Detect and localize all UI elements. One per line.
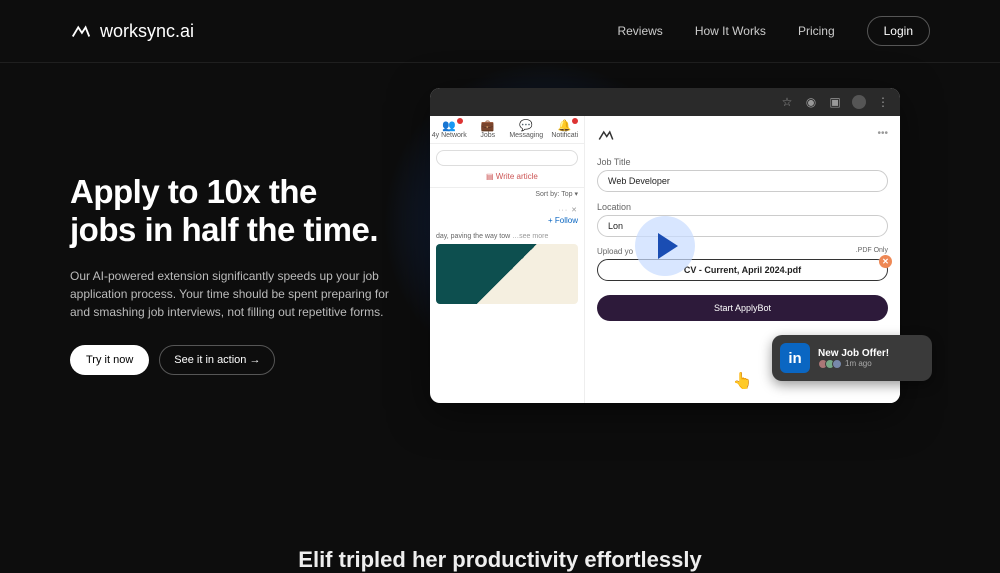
feed-search-input [436, 150, 578, 166]
tab-messaging: 💬Messaging [507, 116, 546, 143]
hero-cta-row: Try it now See it in action → [70, 345, 430, 375]
write-article-link: ▤ Write article [436, 172, 578, 181]
sort-dropdown: Sort by: Top ▾ [430, 187, 584, 200]
see-action-button[interactable]: See it in action → [159, 345, 275, 375]
toast-body: New Job Offer! 1m ago [818, 348, 924, 369]
follow-button: + Follow [430, 212, 584, 229]
write-article-label: Write article [496, 172, 538, 181]
post-menu: ··· ✕ [558, 206, 578, 214]
hero-mockup: ☆ ◉ ▣ ⋮ 👥4y Network 💼Jobs 💬Messaging 🔔No… [430, 88, 900, 403]
toast-meta: 1m ago [818, 359, 924, 369]
puzzle-icon: ▣ [828, 95, 842, 109]
job-title-input: Web Developer [597, 170, 888, 192]
hero-title-line1: Apply to 10x the [70, 173, 317, 210]
briefcase-icon: 💼 [469, 120, 508, 132]
linkedin-icon: in [780, 343, 810, 373]
toast-time: 1m ago [845, 359, 872, 368]
testimonial-heading: Elif tripled her productivity effortless… [0, 547, 1000, 573]
brand-name: worksync.ai [100, 21, 194, 42]
tab-network-label: 4y Network [432, 132, 467, 139]
hero-title: Apply to 10x the jobs in half the time. [70, 173, 430, 249]
logo-icon [70, 20, 92, 42]
hero-section: Apply to 10x the jobs in half the time. … [0, 63, 1000, 375]
feed-tabs: 👥4y Network 💼Jobs 💬Messaging 🔔Notificati [430, 116, 584, 144]
ext-icon: ◉ [804, 95, 818, 109]
linkedin-feed: 👥4y Network 💼Jobs 💬Messaging 🔔Notificati… [430, 116, 585, 403]
extension-menu-icon: ••• [877, 128, 888, 139]
tab-notifications: 🔔Notificati [546, 116, 585, 143]
menu-icon: ⋮ [876, 95, 890, 109]
login-button[interactable]: Login [867, 16, 930, 46]
article-icon: ▤ [486, 172, 494, 181]
brand-logo[interactable]: worksync.ai [70, 20, 194, 42]
location-label: Location [597, 202, 888, 212]
feed-post: ··· ✕ [430, 200, 584, 212]
chat-icon: 💬 [507, 120, 546, 132]
nav-reviews[interactable]: Reviews [617, 24, 662, 38]
job-title-label: Job Title [597, 157, 888, 167]
job-offer-toast: in New Job Offer! 1m ago [772, 335, 932, 381]
toast-title: New Job Offer! [818, 348, 924, 359]
cursor-icon: 👆 [733, 371, 753, 391]
browser-toolbar: ☆ ◉ ▣ ⋮ [430, 88, 900, 116]
bell-icon: 🔔 [546, 120, 585, 132]
post-text: day, paving the way tow …see more [430, 229, 584, 244]
see-more: …see more [512, 233, 548, 240]
people-icon: 👥 [430, 120, 469, 132]
play-video-button[interactable] [635, 216, 695, 276]
upload-label: Upload yo [597, 247, 633, 256]
post-snippet: day, paving the way tow [436, 233, 510, 240]
tab-jobs: 💼Jobs [469, 116, 508, 143]
avatar-icon [852, 95, 866, 109]
hero-title-line2: jobs in half the time. [70, 211, 378, 248]
extension-logo-icon [597, 126, 615, 144]
site-header: worksync.ai Reviews How It Works Pricing… [0, 0, 1000, 63]
uploaded-file-name: CV - Current, April 2024.pdf [684, 265, 801, 275]
nav-how-it-works[interactable]: How It Works [695, 24, 766, 38]
toast-avatars [818, 359, 842, 369]
tab-network: 👥4y Network [430, 116, 469, 143]
nav-pricing[interactable]: Pricing [798, 24, 835, 38]
hero-subtitle: Our AI-powered extension significantly s… [70, 267, 410, 321]
tab-notif-label: Notificati [551, 132, 578, 139]
remove-file-icon: ✕ [879, 255, 892, 268]
hero-copy: Apply to 10x the jobs in half the time. … [70, 123, 430, 375]
start-applybot-button: Start ApplyBot [597, 295, 888, 321]
tab-messaging-label: Messaging [509, 132, 543, 139]
top-nav: Reviews How It Works Pricing Login [617, 16, 930, 46]
post-image [436, 244, 578, 304]
tab-jobs-label: Jobs [480, 132, 495, 139]
star-icon: ☆ [780, 95, 794, 109]
try-it-button[interactable]: Try it now [70, 345, 149, 375]
